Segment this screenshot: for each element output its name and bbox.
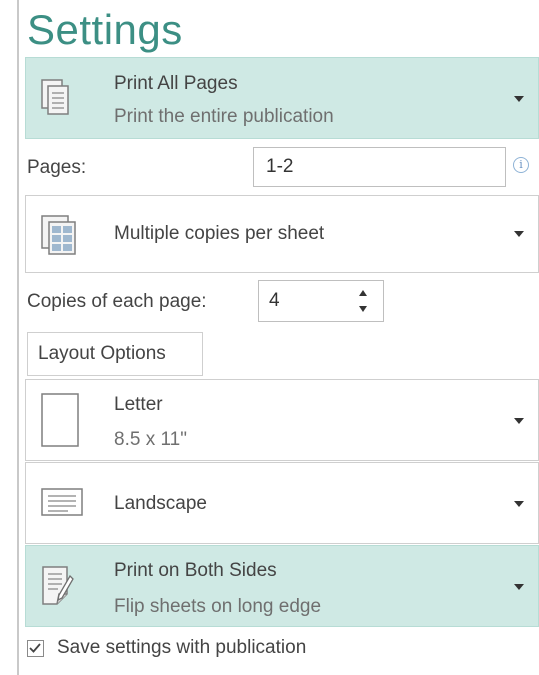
print-range-label: Print All Pages bbox=[114, 73, 238, 94]
orientation-label: Landscape bbox=[114, 493, 207, 514]
left-divider bbox=[17, 0, 19, 675]
duplex-label: Print on Both Sides bbox=[114, 560, 277, 581]
copies-stepper[interactable]: 4 bbox=[258, 280, 384, 322]
pages-value: 1-2 bbox=[266, 156, 294, 177]
duplex-sub: Flip sheets on long edge bbox=[114, 596, 322, 617]
chevron-down-icon bbox=[514, 231, 524, 237]
settings-title: Settings bbox=[27, 6, 183, 53]
stepper-up-icon[interactable] bbox=[359, 290, 367, 296]
save-settings-checkbox[interactable] bbox=[27, 640, 44, 657]
duplex-page-icon bbox=[42, 566, 74, 605]
stepper-down-icon[interactable] bbox=[359, 306, 367, 312]
save-settings-label: Save settings with publication bbox=[57, 637, 307, 658]
copies-value: 4 bbox=[269, 290, 280, 311]
paper-size-dropdown[interactable]: Letter 8.5 x 11" bbox=[25, 379, 539, 461]
blank-page-icon bbox=[41, 393, 79, 447]
pages-label: Pages: bbox=[27, 157, 87, 178]
info-icon[interactable]: i bbox=[513, 157, 529, 173]
chevron-down-icon bbox=[514, 96, 524, 102]
copies-layout-label: Multiple copies per sheet bbox=[114, 223, 325, 244]
checkmark-icon bbox=[29, 643, 41, 653]
pages-input[interactable]: 1-2 bbox=[253, 147, 506, 187]
multiple-copies-icon bbox=[41, 215, 76, 255]
print-range-sub: Print the entire publication bbox=[114, 106, 334, 127]
landscape-page-icon bbox=[41, 488, 83, 516]
copies-label: Copies of each page: bbox=[27, 291, 207, 312]
copies-layout-dropdown[interactable]: Multiple copies per sheet bbox=[25, 195, 539, 273]
chevron-down-icon bbox=[514, 418, 524, 424]
chevron-down-icon bbox=[514, 584, 524, 590]
layout-options-button[interactable]: Layout Options bbox=[27, 332, 203, 376]
orientation-dropdown[interactable]: Landscape bbox=[25, 462, 539, 544]
print-settings-panel: Settings Print All Pages Print the entir… bbox=[0, 0, 539, 675]
pages-stack-icon bbox=[41, 79, 69, 115]
duplex-dropdown[interactable]: Print on Both Sides Flip sheets on long … bbox=[25, 545, 539, 627]
paper-size-sub: 8.5 x 11" bbox=[114, 429, 187, 450]
chevron-down-icon bbox=[514, 501, 524, 507]
paper-size-label: Letter bbox=[114, 394, 163, 415]
print-range-dropdown[interactable]: Print All Pages Print the entire publica… bbox=[25, 57, 539, 139]
